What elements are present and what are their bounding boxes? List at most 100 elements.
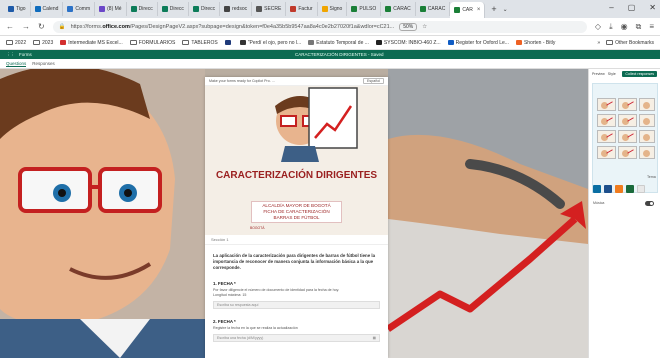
question-2-title: 2. FECHA * [213,319,236,324]
section-header[interactable]: Sección 1 [205,235,388,245]
tab-favicon-icon [99,6,106,12]
bookmark-item[interactable]: "Perdí el ojo, pero no l... [239,40,301,46]
bookmark-item[interactable]: Shorten - Bitly [515,39,556,46]
form-subtitle[interactable]: ALCALDÍA MAYOR DE BOGOTÁ FICHA DE CARACT… [251,201,342,223]
question-2-date-input[interactable]: Escriba una fecha (d/M/yyyy) ▦ [213,334,380,342]
form-title[interactable]: CARACTERIZACIÓN DIRIGENTES [205,170,388,181]
browser-tab[interactable]: Comm [63,2,96,16]
url-text: https://forms.office.com/Pages/DesignPag… [70,23,395,30]
extensions-icon[interactable]: ⧉ [636,22,642,32]
zoom-indicator[interactable]: 50% [399,22,418,31]
bookmark-folder[interactable]: TABLEROS [182,40,218,46]
style-button[interactable]: Style [608,72,616,76]
folder-icon [606,40,614,45]
tab-search-button[interactable]: ⌄ [503,6,508,13]
theme-thumbnail[interactable] [618,98,637,111]
download-icon[interactable]: ⤓ [609,22,613,32]
color-swatch-orange[interactable] [615,185,623,193]
url-field[interactable]: 🔒 https://forms.office.com/Pages/DesignP… [52,20,587,33]
reload-icon[interactable]: ↻ [38,22,45,31]
tab-questions[interactable]: Questions [6,61,27,67]
color-swatch-custom[interactable] [637,185,645,193]
bookmark-item[interactable]: SYSCOM: INBIO-460 Z... [375,40,441,46]
browser-tab[interactable]: Calend [31,2,64,16]
bookmark-label: Shorten - Bitly [523,39,556,46]
theme-thumbnail[interactable] [597,146,616,159]
bookmark-label: 2023 [42,39,54,46]
bookmark-favicon-icon [308,40,315,45]
tab-label: Comm [75,6,91,12]
theme-thumbnail[interactable] [597,114,616,127]
theme-thumbnail[interactable] [639,130,655,143]
browser-tab[interactable]: Factur [286,2,318,16]
form-card: Make your forms ready for Copilot Pro. .… [205,77,388,358]
browser-tab[interactable]: Direcc [189,2,221,16]
address-bar-row: ← → ↻ 🔒 https://forms.office.com/Pages/D… [0,18,660,36]
tab-label: Direcc [169,6,184,12]
forms-app-name[interactable]: Forms [19,52,32,57]
question-1-input[interactable]: Escriba su respuesta aquí [213,301,380,309]
theme-thumbnail[interactable] [618,146,637,159]
close-tab-icon[interactable]: × [477,7,481,13]
bookmark-label: FORMULARIOS [138,39,176,46]
bookmark-item[interactable]: Intermediate MS Excel... [60,40,123,46]
theme-thumbnail[interactable] [618,114,637,127]
theme-thumbnail[interactable] [639,114,655,127]
tab-label: Tigo [16,6,26,12]
music-label: Música [593,201,605,205]
browser-tab[interactable]: CAR × [450,2,486,18]
waffle-icon[interactable]: ⋮⋮ [6,52,15,58]
theme-thumbnail[interactable] [639,146,655,159]
color-swatch-blue[interactable] [593,185,601,193]
profile-icon[interactable]: ◉ [621,22,628,32]
calendar-icon[interactable]: ▦ [373,336,376,340]
music-toggle[interactable] [645,201,654,206]
document-title[interactable]: CARACTERIZACIÓN DIRIGENTES - Saved [295,52,384,57]
forward-arrow-icon[interactable]: → [22,22,30,31]
tab-favicon-icon [8,6,14,12]
star-icon[interactable]: ☆ [422,24,427,30]
bookmark-folder[interactable]: 2023 [33,40,53,46]
bookmark-folder[interactable]: 2022 [6,40,26,46]
browser-tab[interactable]: Tigo [4,2,31,16]
tab-favicon-icon [192,6,199,12]
question-1[interactable]: 1. FECHA * Por favor diligencie el númer… [205,275,388,313]
bookmark-item[interactable] [224,40,233,45]
collect-responses-button[interactable]: Collect responses [622,71,657,77]
close-window-button[interactable]: ✕ [649,3,656,12]
browser-tab[interactable]: PULSO [347,2,382,16]
browser-tab[interactable]: redsoc [220,2,253,16]
maximize-button[interactable]: ▢ [628,3,636,12]
theme-thumbnail[interactable] [597,98,616,111]
bookmark-folder[interactable]: FORMULARIOS [129,39,176,46]
theme-thumbnail[interactable] [639,98,655,111]
bookmark-item[interactable]: Estatuto Temporal de ... [308,40,369,46]
more-bookmarks-chevron[interactable]: » [597,40,600,46]
menu-icon[interactable]: ≡ [649,22,654,32]
pocket-icon[interactable]: ◇ [595,22,601,32]
theme-thumbnail[interactable] [618,130,637,143]
browser-tab[interactable]: Signo [318,2,348,16]
language-dropdown[interactable]: Español [363,78,384,84]
new-tab-button[interactable]: + [491,4,496,14]
color-swatch-green[interactable] [626,185,634,193]
minimize-button[interactable]: – [609,3,613,12]
browser-tab[interactable]: Direcc [158,2,189,16]
tab-responses[interactable]: Responses [32,61,55,66]
back-arrow-icon[interactable]: ← [6,22,14,31]
other-bookmarks-folder[interactable]: Other Bookmarks [606,40,654,46]
browser-tab[interactable]: SECRE [252,2,287,16]
browser-tab[interactable]: CARAC [416,2,451,16]
question-2[interactable]: 2. FECHA * Registre la fecha en la que s… [205,313,388,346]
browser-tab[interactable]: (8) Mé [95,2,127,16]
browser-tab[interactable]: CARAC [381,2,416,16]
tab-label: CARAC [393,6,411,12]
color-swatch-navy[interactable] [604,185,612,193]
bookmark-item[interactable]: Register for Oxford Le... [447,40,509,46]
preview-button[interactable]: Preview [592,72,605,76]
browser-tab[interactable]: Direcc [127,2,158,16]
theme-thumbnail[interactable] [597,130,616,143]
tab-label: Signo [329,6,343,12]
tab-favicon-icon [419,6,426,12]
folder-icon [6,40,13,45]
